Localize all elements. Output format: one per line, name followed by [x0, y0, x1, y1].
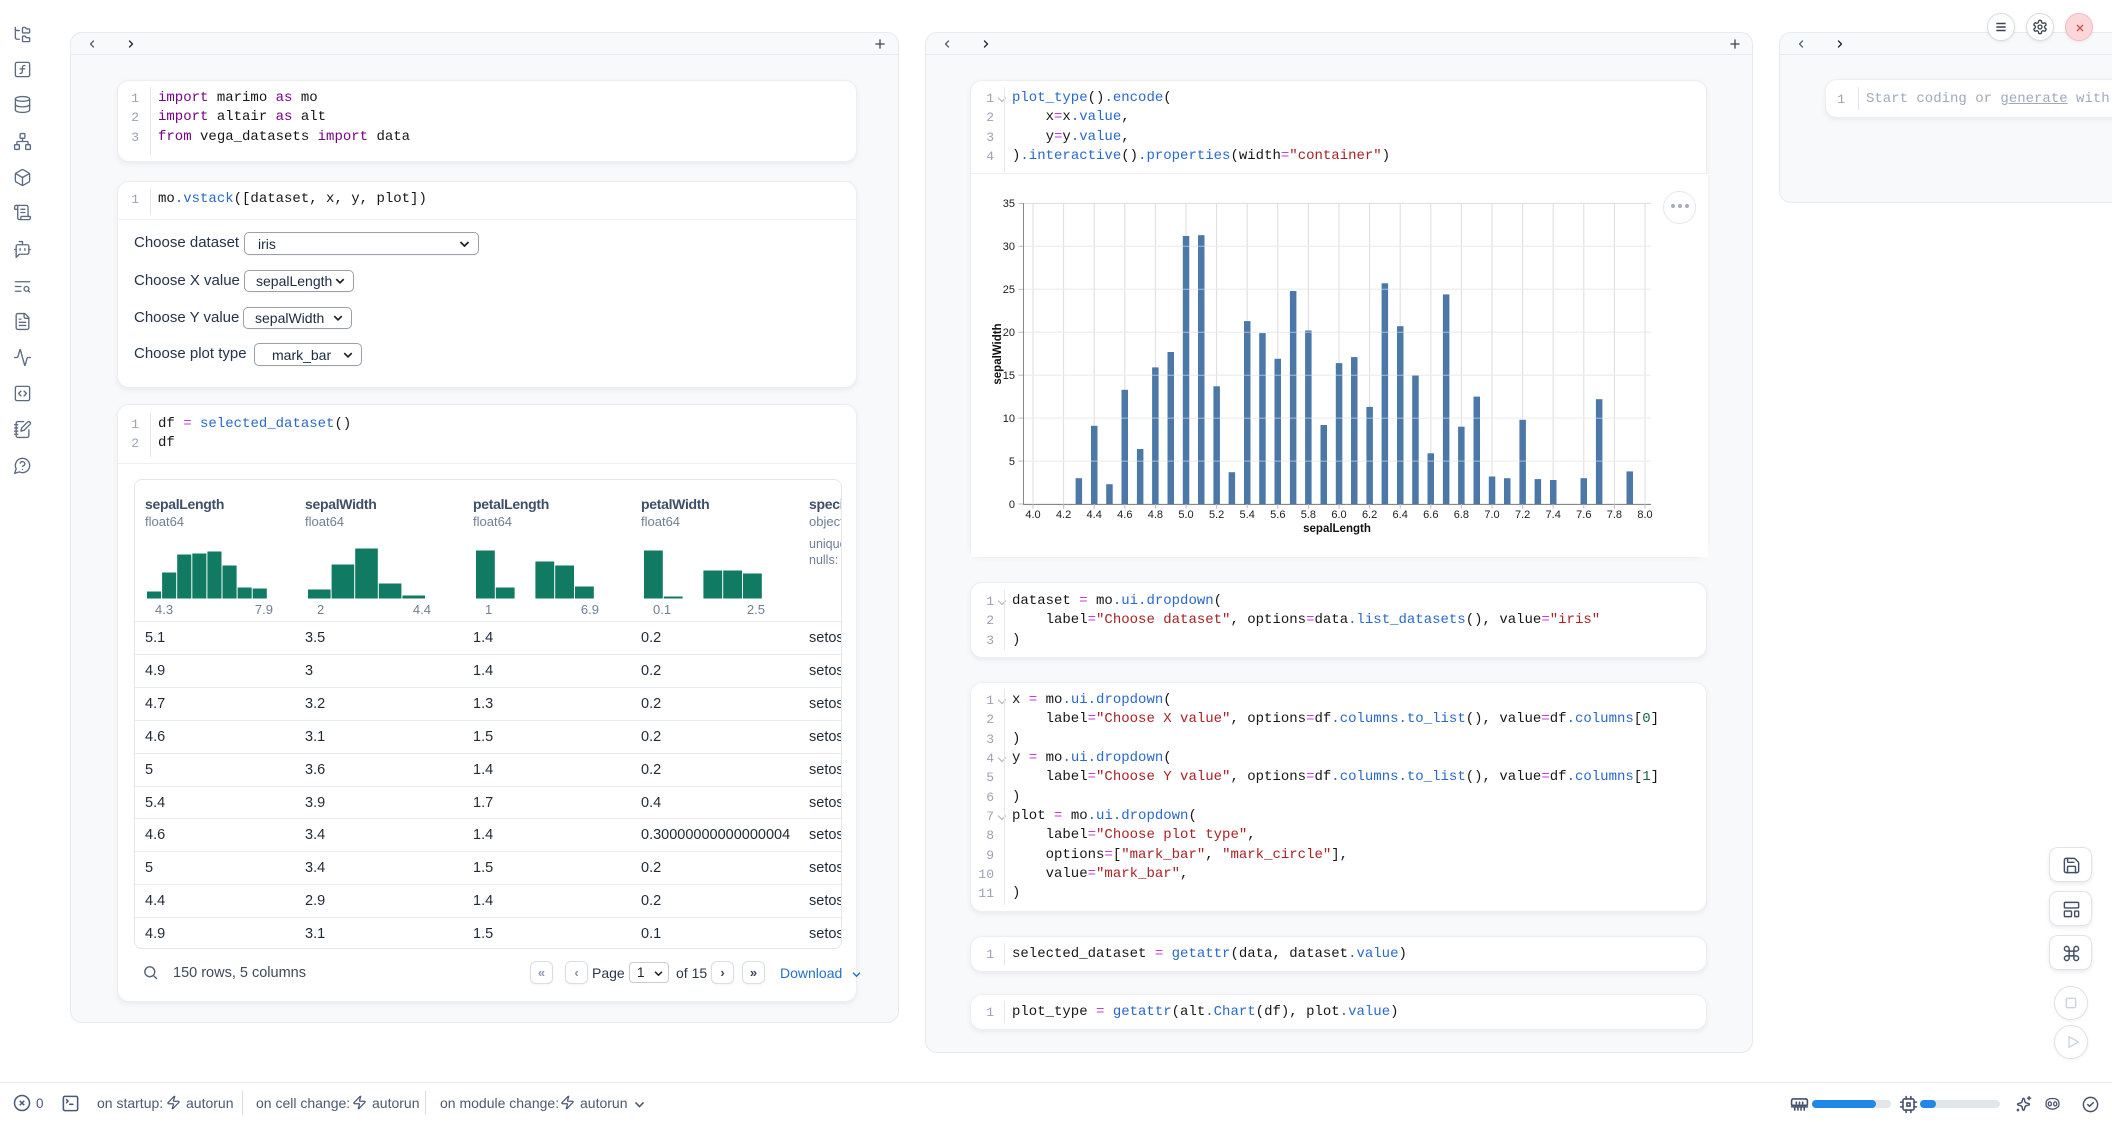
- svg-text:7.6: 7.6: [1576, 509, 1591, 521]
- svg-text:4.6: 4.6: [1117, 509, 1132, 521]
- svg-text:8.0: 8.0: [1637, 509, 1652, 521]
- svg-text:15: 15: [1003, 370, 1015, 382]
- svg-text:5.0: 5.0: [1178, 509, 1193, 521]
- svg-text:30: 30: [1003, 241, 1015, 253]
- svg-text:sepalWidth: sepalWidth: [992, 323, 1004, 384]
- svg-text:6.0: 6.0: [1331, 509, 1346, 521]
- svg-text:5: 5: [1009, 456, 1015, 468]
- svg-text:6.8: 6.8: [1454, 509, 1469, 521]
- svg-text:4.8: 4.8: [1148, 509, 1163, 521]
- svg-text:6.2: 6.2: [1362, 509, 1377, 521]
- svg-text:0: 0: [1009, 499, 1015, 511]
- svg-text:4.2: 4.2: [1056, 509, 1071, 521]
- svg-text:sepalLength: sepalLength: [1303, 523, 1371, 535]
- svg-text:4.0: 4.0: [1025, 509, 1040, 521]
- svg-text:4.4: 4.4: [1087, 509, 1102, 521]
- svg-text:5.4: 5.4: [1240, 509, 1255, 521]
- svg-text:7.8: 7.8: [1607, 509, 1622, 521]
- svg-text:6.6: 6.6: [1423, 509, 1438, 521]
- svg-text:20: 20: [1003, 327, 1015, 339]
- svg-text:5.6: 5.6: [1270, 509, 1285, 521]
- svg-text:6.4: 6.4: [1393, 509, 1408, 521]
- svg-text:5.8: 5.8: [1301, 509, 1316, 521]
- svg-text:5.2: 5.2: [1209, 509, 1224, 521]
- svg-text:7.2: 7.2: [1515, 509, 1530, 521]
- svg-text:7.4: 7.4: [1546, 509, 1561, 521]
- svg-text:10: 10: [1003, 413, 1015, 425]
- svg-text:35: 35: [1003, 198, 1015, 210]
- svg-text:7.0: 7.0: [1484, 509, 1499, 521]
- svg-text:25: 25: [1003, 284, 1015, 296]
